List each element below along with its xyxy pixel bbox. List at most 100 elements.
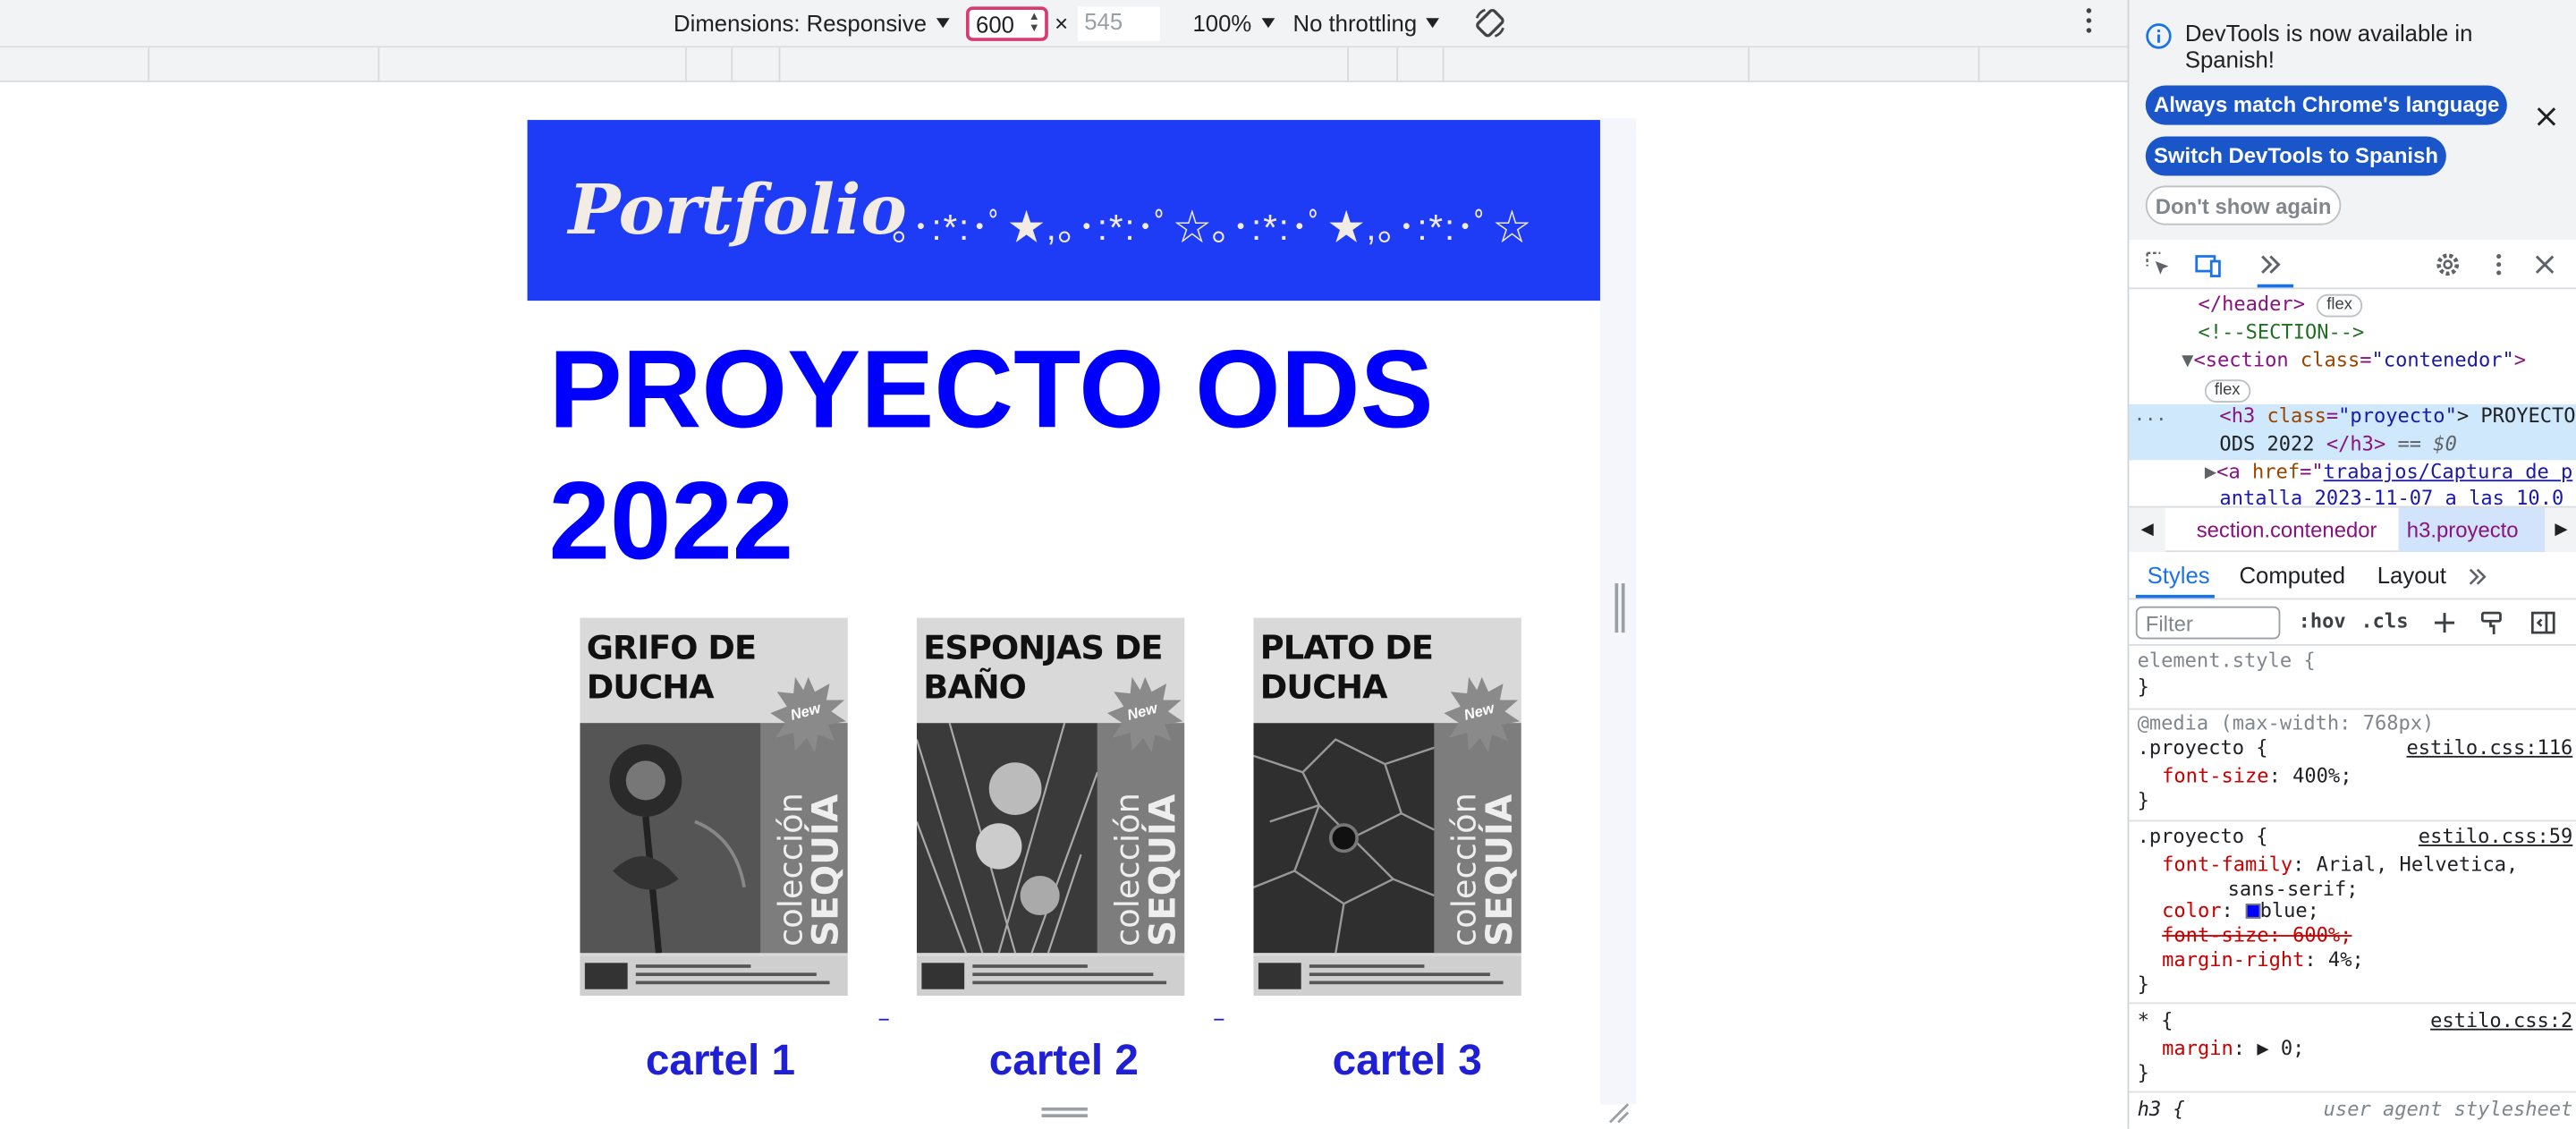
tab-styles[interactable]: Styles xyxy=(2148,562,2210,588)
cartel-3-link[interactable]: cartel 3 xyxy=(1333,1035,1482,1086)
width-input[interactable]: 600 ▲ ▼ xyxy=(965,6,1048,41)
margin-decl[interactable]: margin: ▶ 0; xyxy=(2162,1037,2576,1062)
rule-close: } xyxy=(2137,788,2149,812)
close-devtools-icon[interactable] xyxy=(2531,251,2557,277)
inspect-element-icon[interactable] xyxy=(2146,251,2172,277)
times-sign: × xyxy=(1055,10,1069,37)
dom-comment[interactable]: <!--SECTION--> xyxy=(2199,318,2576,346)
devtools-toolbar xyxy=(2129,240,2576,290)
styles-filter-bar: Filter :hov .cls xyxy=(2129,599,2576,646)
link-underline-fragment xyxy=(1214,1018,1224,1021)
toggle-sidebar-icon[interactable] xyxy=(2530,609,2556,635)
dom-node-section[interactable]: ▼<section class="contenedor"> xyxy=(2182,347,2576,375)
portfolio-title: Portfolio xyxy=(568,169,907,250)
font-size-600-overridden[interactable]: font-size: 600%; xyxy=(2162,923,2576,948)
more-panels-icon[interactable] xyxy=(2258,251,2284,277)
site-header: Portfolio ｡･:*:･ﾟ★,｡･:*:･ﾟ☆｡･:*:･ﾟ★,｡･:*… xyxy=(527,120,1600,301)
ods-logo xyxy=(1258,963,1301,989)
poster-2[interactable]: ESPONJAS DE BAÑO colección SEQUÍA New xyxy=(916,617,1185,997)
device-toggle-icon[interactable] xyxy=(2195,251,2221,277)
language-infobar: DevTools is now available in Spanish! Al… xyxy=(2129,0,2576,241)
height-input[interactable]: 545 xyxy=(1077,6,1160,41)
ods-logo xyxy=(584,963,628,989)
throttling-dropdown[interactable]: No throttling xyxy=(1293,10,1440,36)
poster-3[interactable]: PLATO DE DUCHA colección SEQUÍA New xyxy=(1253,617,1521,997)
rotate-icon[interactable] xyxy=(1472,5,1508,41)
user-agent-label: user agent stylesheet xyxy=(2323,1097,2573,1121)
section-flex-badge[interactable]: flex xyxy=(2204,377,2576,404)
class-toggle[interactable]: .cls xyxy=(2360,609,2408,632)
width-resize-handle[interactable] xyxy=(1614,583,1625,633)
link-underline-fragment xyxy=(878,1018,889,1021)
active-subtab-indicator xyxy=(2135,594,2215,598)
dom-node-h3[interactable]: <h3 class="proyecto"> PROYECTO xyxy=(2219,403,2576,430)
height-resize-handle[interactable] xyxy=(1041,1107,1088,1117)
poster-1[interactable]: GRIFO DE DUCHA colección SEQUÍA New xyxy=(580,617,848,997)
collapse-triangle-icon[interactable]: ▶ xyxy=(2205,460,2216,483)
height-value: 545 xyxy=(1084,8,1123,35)
switch-to-spanish-button[interactable]: Switch DevTools to Spanish xyxy=(2145,136,2447,176)
corner-resize-icon[interactable] xyxy=(1606,1101,1630,1125)
font-family-decl[interactable]: font-family: Arial, Helvetica, xyxy=(2162,853,2576,878)
dom-node-anchor[interactable]: ▶<a href="trabajos/Captura de p xyxy=(2205,458,2576,486)
source-link-116[interactable]: estilo.css:116 xyxy=(2407,736,2573,761)
breadcrumb-section[interactable]: section.contenedor xyxy=(2197,518,2377,543)
tab-computed[interactable]: Computed xyxy=(2239,562,2345,588)
dimensions-dropdown[interactable]: Dimensions: Responsive xyxy=(674,10,950,36)
rule-close: } xyxy=(2137,1061,2149,1085)
expand-triangle-icon[interactable]: ▼ xyxy=(2182,348,2193,371)
flex-badge[interactable]: flex xyxy=(2317,293,2362,317)
dom-node-anchor-cont[interactable]: antalla 2023-11-07 a las 10.0 xyxy=(2219,485,2576,506)
breadcrumb-left-arrow-icon[interactable]: ◀ xyxy=(2129,507,2165,553)
more-options-icon[interactable] xyxy=(2081,8,2095,33)
media-query[interactable]: @media (max-width: 768px) xyxy=(2138,711,2573,736)
spinner-icon[interactable]: ▲ ▼ xyxy=(1029,12,1040,35)
rule-close: } xyxy=(2137,675,2149,699)
styles-rules-pane: element.style { } @media (max-width: 768… xyxy=(2129,646,2576,1129)
breadcrumb-current[interactable]: h3.proyecto xyxy=(2398,507,2546,553)
paint-brush-icon[interactable] xyxy=(2479,609,2505,635)
settings-gear-icon[interactable] xyxy=(2435,251,2461,277)
margin-right-decl[interactable]: margin-right: 4%; xyxy=(2162,948,2576,973)
poster-vertical-text: colección SEQUÍA xyxy=(1444,793,1521,946)
elements-dom-tree: </header> flex <!--SECTION--> ▼<section … xyxy=(2129,289,2576,506)
thistle-photo xyxy=(916,723,1097,954)
element-style-selector[interactable]: element.style { xyxy=(2138,649,2573,675)
source-link-59[interactable]: estilo.css:59 xyxy=(2419,825,2573,850)
dom-node-h3-cont[interactable]: ODS 2022 </h3> == $0 xyxy=(2219,430,2576,458)
page-frame: Portfolio ｡･:*:･ﾟ★,｡･:*:･ﾟ☆｡･:*:･ﾟ★,｡･:*… xyxy=(525,118,1637,1105)
breadcrumb-right-arrow-icon[interactable]: ▶ xyxy=(2545,507,2576,553)
poster-vertical-text: colección SEQUÍA xyxy=(770,793,848,946)
throttling-label: No throttling xyxy=(1292,10,1418,37)
always-match-language-button[interactable]: Always match Chrome's language xyxy=(2145,85,2508,125)
close-icon[interactable] xyxy=(2535,106,2558,129)
dont-show-again-button[interactable]: Don't show again xyxy=(2145,185,2342,225)
dom-node-header-close[interactable]: </header> flex xyxy=(2199,291,2576,318)
devtools-panel: DevTools is now available in Spanish! Al… xyxy=(2127,0,2576,1129)
sunflower-photo xyxy=(580,723,761,954)
add-rule-icon[interactable] xyxy=(2431,609,2457,635)
media-query-ruler[interactable] xyxy=(0,47,2128,82)
source-link-2[interactable]: estilo.css:2 xyxy=(2430,1009,2572,1034)
header-decoration: ｡･:*:･ﾟ★,｡･:*:･ﾟ☆｡･:*:･ﾟ★,｡･:*:･ﾟ☆ xyxy=(892,207,1532,249)
infobar-message: DevTools is now available in Spanish! xyxy=(2184,20,2473,72)
info-icon xyxy=(2146,23,2172,49)
kebab-menu-icon[interactable] xyxy=(2486,251,2512,277)
more-tabs-icon[interactable] xyxy=(2466,565,2489,589)
color-swatch[interactable] xyxy=(2245,904,2260,919)
tab-layout[interactable]: Layout xyxy=(2377,562,2446,588)
cartel-2-link[interactable]: cartel 2 xyxy=(989,1035,1139,1086)
styles-filter-input[interactable]: Filter xyxy=(2135,606,2281,640)
project-heading: PROYECTO ODS 2022 xyxy=(548,328,1434,584)
cartel-1-link[interactable]: cartel 1 xyxy=(646,1035,795,1086)
hover-state-toggle[interactable]: :hov xyxy=(2299,609,2346,632)
breadcrumb: ◀ section.contenedor h3.proyecto ▶ xyxy=(2129,505,2576,553)
color-decl[interactable]: color: blue; xyxy=(2162,899,2576,924)
styles-subtabs: Styles Computed Layout xyxy=(2129,552,2576,600)
device-toolbar: Dimensions: Responsive 600 ▲ ▼ × 545 100%… xyxy=(0,0,2128,48)
emulated-viewport: Dimensions: Responsive 600 ▲ ▼ × 545 100%… xyxy=(0,0,2128,1129)
zoom-dropdown[interactable]: 100% xyxy=(1192,10,1275,36)
chevron-down-icon xyxy=(1427,18,1440,29)
active-tab-indicator xyxy=(2257,284,2294,288)
font-size-400[interactable]: font-size: 400%; xyxy=(2162,764,2576,789)
